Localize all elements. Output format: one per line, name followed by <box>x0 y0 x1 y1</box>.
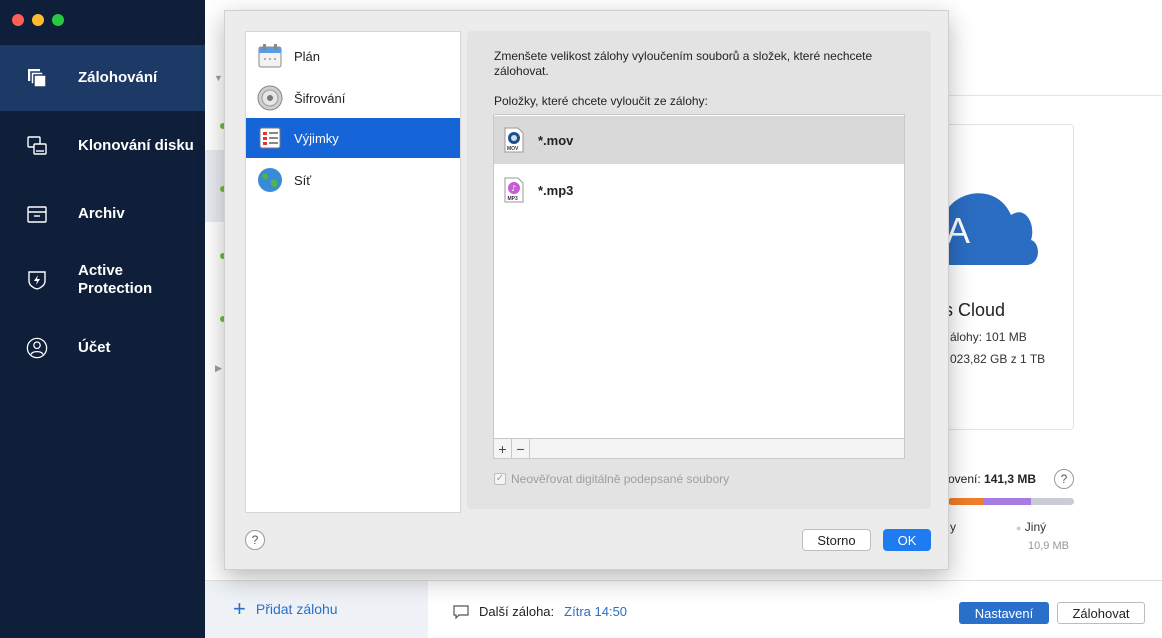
legend-item-partial: y <box>950 520 956 534</box>
usage-value: 141,3 MB <box>984 472 1037 486</box>
archive-box-icon <box>26 203 48 225</box>
usage-bar-segment-other <box>1031 498 1074 505</box>
exclusions-description: Zmenšete velikost zálohy vyloučením soub… <box>494 49 873 78</box>
close-window-button[interactable] <box>12 14 24 26</box>
usage-label: ovení: <box>948 472 985 486</box>
add-exclusion-button[interactable]: + <box>494 439 512 458</box>
category-schedule[interactable]: Plán <box>246 36 460 76</box>
cloud-destination-card[interactable]: A <box>940 124 1074 430</box>
sidebar-item-account[interactable]: Účet <box>0 320 205 376</box>
legend-dot-icon: ● <box>1016 523 1022 533</box>
exclusions-list-icon <box>256 124 284 152</box>
calendar-icon <box>256 42 284 70</box>
category-label: Plán <box>294 48 321 64</box>
ok-button[interactable]: OK <box>883 529 931 551</box>
backup-options-dialog: Plán Šifrování Výjimky Síť Zmenšete veli… <box>224 10 949 570</box>
skip-signed-files-option[interactable]: ✓ Neověřovat digitálně podepsané soubory <box>494 472 729 486</box>
user-circle-icon <box>26 337 48 359</box>
add-backup-label: Přidat zálohu <box>255 601 338 617</box>
remove-exclusion-button[interactable]: − <box>512 439 530 458</box>
bottom-bar: + Přidat zálohu Další záloha: Zítra 14:5… <box>205 580 1162 638</box>
usage-bar <box>948 498 1074 505</box>
active-label-line1: Active <box>78 262 124 279</box>
shield-bolt-icon <box>26 269 48 291</box>
cloud-title: is Cloud <box>940 300 1006 320</box>
exclusions-list-heading: Položky, které chcete vyloučit ze zálohy… <box>494 94 708 108</box>
exclusion-label: *.mp3 <box>538 182 574 198</box>
skip-signed-files-checkbox[interactable]: ✓ <box>494 473 506 485</box>
sidebar-item-label: Zálohování <box>78 69 158 86</box>
category-label: Výjimky <box>294 130 339 146</box>
exclusion-item[interactable]: MOV *.mov <box>494 116 904 164</box>
exclusions-toolbar: + − <box>494 438 904 458</box>
settings-button[interactable]: Nastavení <box>959 602 1049 624</box>
globe-icon <box>256 166 284 194</box>
svg-text:MOV: MOV <box>507 146 519 152</box>
exclusion-label: *.mov <box>538 132 574 148</box>
cloud-storage-usage: 023,82 GB z 1 TB <box>950 352 1046 366</box>
comment-icon <box>453 604 469 619</box>
zoom-window-button[interactable] <box>52 14 64 26</box>
cloud-icon: A <box>941 193 1038 265</box>
svg-text:A: A <box>946 210 970 251</box>
svg-text:MP3: MP3 <box>508 196 519 202</box>
sidebar: Zálohování Klonování disku Archiv Active… <box>0 0 205 638</box>
svg-text:♪: ♪ <box>511 184 516 193</box>
category-label: Síť <box>294 172 312 188</box>
cloud-backup-size: álohy: 101 MB <box>950 330 1027 344</box>
skip-signed-files-label: Neověřovat digitálně podepsané soubory <box>511 472 730 486</box>
usage-bar-segment-orange <box>948 498 984 505</box>
usage-bar-segment-purple <box>983 498 1032 505</box>
sidebar-item-active-protection[interactable]: Active Protection <box>0 252 205 308</box>
usage-summary: ovení: 141,3 MB <box>948 472 1036 486</box>
category-network[interactable]: Síť <box>246 160 460 200</box>
disk-clone-icon <box>26 135 48 157</box>
usage-help-button[interactable]: ? <box>1054 469 1074 489</box>
sidebar-item-label: Účet <box>78 339 111 356</box>
cancel-button[interactable]: Storno <box>802 529 871 551</box>
sidebar-item-label: Archiv <box>78 205 125 222</box>
mov-file-icon: MOV <box>504 127 524 153</box>
exclusions-panel: Zmenšete velikost zálohy vyloučením soub… <box>467 31 931 509</box>
category-exclusions[interactable]: Výjimky <box>246 118 460 158</box>
next-backup-time[interactable]: Zítra 14:50 <box>564 604 627 619</box>
options-category-list: Plán Šifrování Výjimky Síť <box>245 31 461 513</box>
legend-other-label: Jiný <box>1024 520 1047 534</box>
add-backup-area: + Přidat zálohu <box>205 581 428 638</box>
encryption-lock-icon <box>256 84 284 112</box>
sidebar-item-disk-clone[interactable]: Klonování disku <box>0 118 205 174</box>
category-encryption[interactable]: Šifrování <box>246 78 460 118</box>
next-backup-info: Další záloha: Zítra 14:50 <box>453 604 627 619</box>
active-label-line2: Protection <box>78 280 153 297</box>
plus-icon: + <box>233 596 246 621</box>
exclusions-list: MOV *.mov ♪ MP3 *.mp3 + − <box>493 114 905 459</box>
expand-triangle-icon[interactable]: ▼ <box>214 73 223 83</box>
sidebar-item-label: Klonování disku <box>78 137 194 154</box>
legend-other-size: 10,9 MB <box>1028 540 1069 552</box>
mp3-file-icon: ♪ MP3 <box>504 177 524 203</box>
backup-now-button[interactable]: Zálohovat <box>1057 602 1145 624</box>
exclusion-item[interactable]: ♪ MP3 *.mp3 <box>494 166 904 214</box>
legend-item-other: ● Jiný <box>1016 520 1046 534</box>
collapsed-triangle-icon[interactable]: ▶ <box>215 363 222 374</box>
backup-stack-icon <box>26 67 48 89</box>
category-label: Šifrování <box>294 90 346 106</box>
next-backup-label: Další záloha: <box>479 604 555 619</box>
sidebar-item-label: Active Protection <box>78 262 152 298</box>
window-controls <box>12 14 64 26</box>
sidebar-item-archive[interactable]: Archiv <box>0 186 205 242</box>
add-backup-button[interactable]: + Přidat zálohu <box>233 596 338 621</box>
dialog-help-button[interactable]: ? <box>245 530 265 550</box>
minimize-window-button[interactable] <box>32 14 44 26</box>
sidebar-item-backup[interactable]: Zálohování <box>0 45 205 111</box>
